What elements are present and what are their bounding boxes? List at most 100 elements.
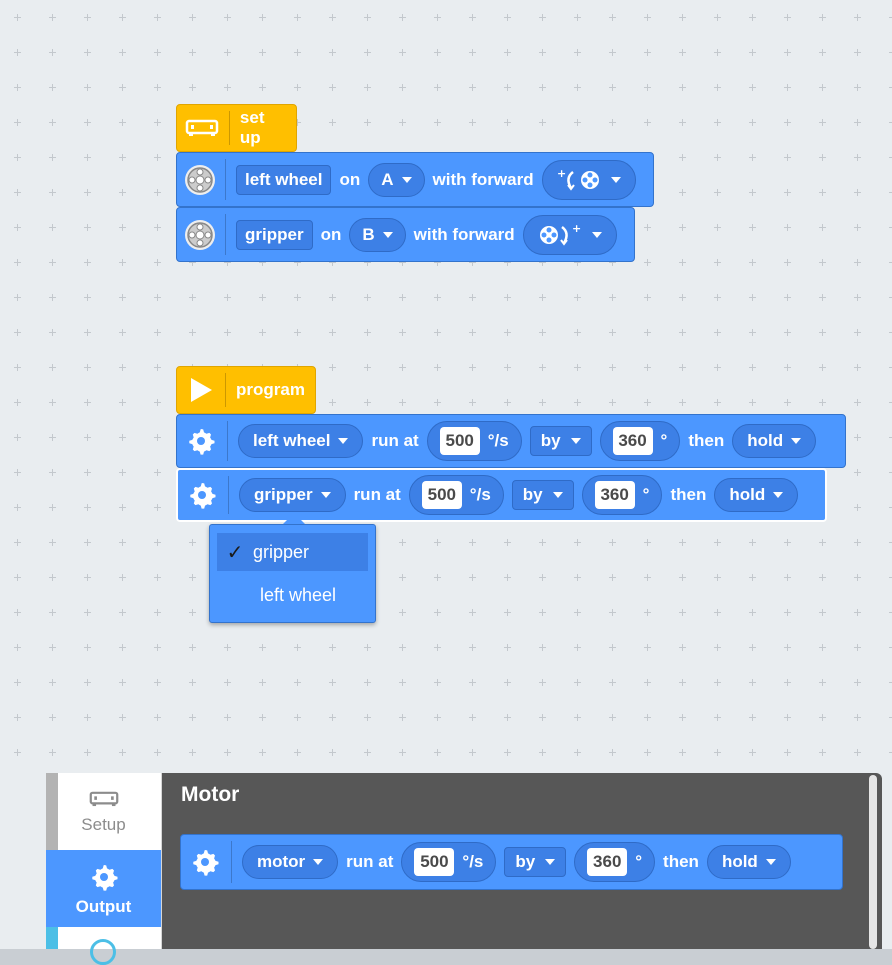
motor-run-block-left-wheel[interactable]: left wheel run at 500 °/s by 360 ° then ho… xyxy=(176,414,846,468)
speed-group: 500 °/s xyxy=(426,421,522,461)
then-label: then xyxy=(670,485,707,504)
by-dropdown[interactable]: by xyxy=(529,426,592,456)
motor-run-block-gripper[interactable]: gripper run at 500 °/s by 360 ° then hold xyxy=(176,468,827,522)
run-at-label: run at xyxy=(346,852,394,871)
speed-unit: °/s xyxy=(487,431,509,450)
wheel-icon xyxy=(185,164,215,195)
play-icon xyxy=(185,375,215,405)
by-value: by xyxy=(522,485,543,504)
motor-value: left wheel xyxy=(253,431,331,450)
menu-item-gripper[interactable]: ✓ gripper xyxy=(217,533,368,571)
amount-unit: ° xyxy=(635,852,643,871)
amount-unit: ° xyxy=(660,431,668,450)
chevron-down-icon xyxy=(382,231,393,238)
separator xyxy=(229,111,230,145)
speed-unit: °/s xyxy=(469,485,491,504)
category-setup[interactable]: Setup xyxy=(46,773,161,850)
chevron-down-icon xyxy=(570,438,581,444)
port-dropdown[interactable]: A xyxy=(368,162,425,197)
motor-name-field[interactable]: left wheel xyxy=(236,164,332,195)
flyout-scrollbar[interactable] xyxy=(869,775,877,949)
program-hat-block[interactable]: program xyxy=(176,366,316,414)
port-value: B xyxy=(362,224,375,244)
category-color-strip xyxy=(46,927,58,949)
chevron-down-icon xyxy=(545,859,556,865)
chevron-down-icon xyxy=(765,859,776,865)
separator xyxy=(225,159,226,200)
on-label: on xyxy=(339,169,361,189)
motor-setup-block-gripper[interactable]: gripper on B with forward + xyxy=(176,207,635,262)
port-value: A xyxy=(381,169,394,189)
chevron-down-icon xyxy=(591,231,602,238)
forward-label: with forward xyxy=(432,169,534,189)
gear-icon xyxy=(189,846,221,878)
run-at-label: run at xyxy=(353,485,401,504)
motor-value: motor xyxy=(257,852,306,871)
amount-input[interactable]: 360 xyxy=(612,427,653,455)
direction-dropdown[interactable]: + xyxy=(541,159,636,200)
chevron-down-icon xyxy=(552,492,563,498)
dropdown-arrow xyxy=(283,513,305,524)
port-dropdown[interactable]: B xyxy=(349,217,406,252)
speed-input[interactable]: 500 xyxy=(414,848,455,876)
program-hat-label: program xyxy=(236,380,305,399)
end-action-value: hold xyxy=(747,431,784,450)
chevron-down-icon xyxy=(773,492,784,498)
chevron-down-icon xyxy=(401,176,412,183)
separator xyxy=(225,373,226,407)
speed-group: 500 °/s xyxy=(408,475,504,515)
motor-dropdown[interactable]: gripper xyxy=(239,478,346,512)
menu-item-label: gripper xyxy=(253,541,310,562)
setup-hat-block[interactable]: set up xyxy=(176,104,297,152)
by-value: by xyxy=(515,852,536,871)
category-sidebar: Setup Output xyxy=(46,773,162,965)
workspace-canvas[interactable] xyxy=(0,0,892,770)
separator xyxy=(225,214,226,255)
end-action-dropdown[interactable]: hold xyxy=(706,845,791,879)
motor-value: gripper xyxy=(254,485,313,504)
motor-name-field[interactable]: gripper xyxy=(236,219,313,250)
clockwise-wheel-icon: + xyxy=(538,223,584,247)
amount-unit: ° xyxy=(642,485,650,504)
gear-icon xyxy=(185,425,217,457)
menu-item-left-wheel[interactable]: left wheel xyxy=(217,576,368,614)
svg-text:+: + xyxy=(572,223,581,235)
direction-dropdown[interactable]: + xyxy=(522,214,617,255)
menu-item-label: left wheel xyxy=(260,584,337,605)
motor-setup-block-left-wheel[interactable]: left wheel on A with forward + xyxy=(176,152,654,207)
end-action-value: hold xyxy=(721,852,758,871)
motor-dropdown[interactable]: motor xyxy=(242,845,339,879)
by-dropdown[interactable]: by xyxy=(504,847,567,877)
amount-group: 360 ° xyxy=(574,842,656,882)
on-label: on xyxy=(320,224,342,244)
svg-text:+: + xyxy=(557,168,566,180)
next-category-icon xyxy=(90,939,116,965)
counterclockwise-wheel-icon: + xyxy=(557,168,603,192)
flyout-motor-run-block[interactable]: motor run at 500 °/s by 360 ° then hold xyxy=(180,834,843,890)
chevron-down-icon xyxy=(320,492,331,498)
category-label: Setup xyxy=(81,814,126,834)
amount-group: 360 ° xyxy=(581,475,663,515)
gear-icon xyxy=(186,479,218,511)
speed-input[interactable]: 500 xyxy=(421,481,462,509)
gear-icon xyxy=(88,861,120,893)
speed-group: 500 °/s xyxy=(401,842,497,882)
end-action-dropdown[interactable]: hold xyxy=(714,478,799,512)
amount-input[interactable]: 360 xyxy=(587,848,628,876)
amount-input[interactable]: 360 xyxy=(594,481,635,509)
category-output[interactable]: Output xyxy=(46,850,161,927)
end-action-dropdown[interactable]: hold xyxy=(732,424,817,458)
speed-unit: °/s xyxy=(462,852,484,871)
speed-input[interactable]: 500 xyxy=(439,427,480,455)
flyout-title: Motor xyxy=(181,783,240,806)
by-dropdown[interactable]: by xyxy=(511,480,574,510)
chevron-down-icon xyxy=(338,438,349,444)
then-label: then xyxy=(663,852,699,871)
check-icon: ✓ xyxy=(226,540,244,564)
chevron-down-icon xyxy=(610,176,621,183)
motor-dropdown-menu: ✓ gripper left wheel xyxy=(209,524,376,623)
wheel-icon xyxy=(185,219,215,250)
robot-brick-icon xyxy=(185,117,219,139)
by-value: by xyxy=(540,431,561,450)
motor-dropdown[interactable]: left wheel xyxy=(238,424,364,458)
